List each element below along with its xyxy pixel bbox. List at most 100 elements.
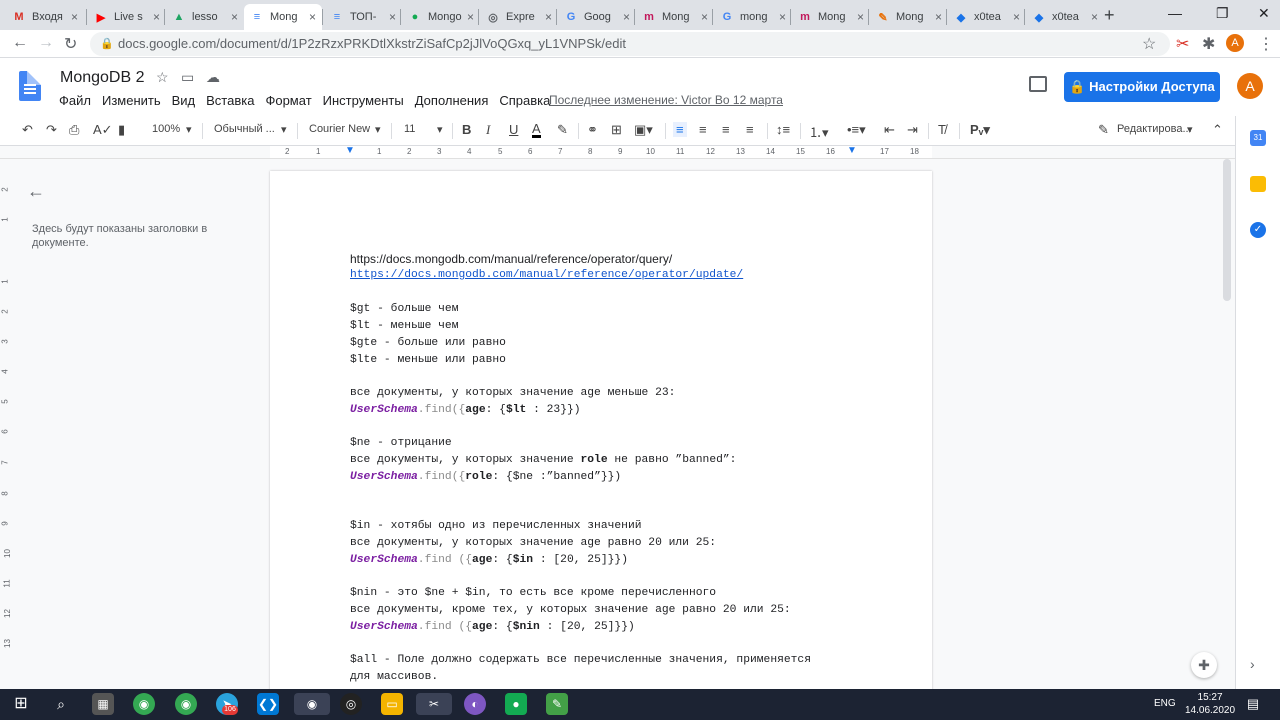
text-color-icon[interactable]: A	[532, 122, 541, 138]
menu-addons[interactable]: Дополнения	[415, 93, 489, 108]
browser-tab[interactable]: ◎ Expre ×	[480, 4, 558, 30]
chrome-active-icon[interactable]: ◉	[294, 693, 330, 715]
add-comment-icon[interactable]: ⊞	[611, 122, 622, 138]
align-right-icon[interactable]: ≡	[722, 122, 730, 137]
keep-icon[interactable]	[1250, 176, 1266, 192]
move-folder-icon[interactable]: ▭	[181, 69, 194, 86]
browser-tab[interactable]: ◆ x0tea ×	[948, 4, 1026, 30]
close-tab-icon[interactable]: ×	[389, 10, 396, 24]
close-tab-icon[interactable]: ×	[1091, 10, 1098, 24]
close-tab-icon[interactable]: ×	[467, 10, 474, 24]
clock[interactable]: 15:27 14.06.2020	[1185, 691, 1235, 717]
minimize-icon[interactable]: —	[1168, 5, 1182, 21]
spellcheck-icon[interactable]: A✓	[93, 122, 113, 138]
calendar-icon[interactable]: 31	[1250, 130, 1266, 146]
menu-edit[interactable]: Изменить	[102, 93, 161, 108]
browser-tab[interactable]: ≡ ТОП- ×	[324, 4, 402, 30]
print-icon[interactable]: ⎙	[69, 122, 79, 138]
close-outline-arrow-icon[interactable]: ←	[27, 181, 45, 202]
increase-indent-icon[interactable]: ⇥	[907, 122, 918, 138]
align-center-icon[interactable]: ≡	[699, 122, 707, 137]
browser-tab[interactable]: ◆ x0tea ×	[1026, 4, 1104, 30]
snipping-tool-icon[interactable]: ✂	[416, 693, 452, 715]
puzzle-icon[interactable]: ✱	[1202, 34, 1215, 54]
close-tab-icon[interactable]: ×	[701, 10, 708, 24]
align-left-icon[interactable]: ≡	[673, 122, 687, 137]
menu-insert[interactable]: Вставка	[206, 93, 254, 108]
browser-tab[interactable]: M Входя ×	[6, 4, 84, 30]
tasks-icon[interactable]: ✓	[1250, 222, 1266, 238]
undo-icon[interactable]: ↶	[22, 122, 33, 138]
app-icon[interactable]: ◐	[464, 693, 486, 715]
close-tab-icon[interactable]: ×	[309, 10, 316, 24]
notifications-icon[interactable]: ▤	[1242, 693, 1264, 715]
calculator-icon[interactable]: ▦	[92, 693, 114, 715]
italic-icon[interactable]: I	[486, 122, 490, 138]
close-tab-icon[interactable]: ×	[231, 10, 238, 24]
close-tab-icon[interactable]: ×	[779, 10, 786, 24]
zoom-select[interactable]: 100%	[152, 123, 180, 135]
redo-icon[interactable]: ↷	[46, 122, 57, 138]
chrome-profile-icon[interactable]: ◉	[175, 693, 197, 715]
expand-panel-icon[interactable]: ›	[1250, 656, 1266, 672]
language-indicator[interactable]: ENG	[1154, 698, 1176, 709]
bold-icon[interactable]: B	[462, 122, 471, 137]
editing-mode-select[interactable]: Редактирова...	[1117, 123, 1192, 135]
close-tab-icon[interactable]: ×	[857, 10, 864, 24]
bulleted-list-icon[interactable]: •≡▾	[847, 122, 866, 138]
browser-tab[interactable]: ▶ Live s ×	[88, 4, 166, 30]
link-icon[interactable]: ⚭	[587, 122, 598, 138]
last-edit-link[interactable]: Последнее изменение: Victor Bo 12 марта	[549, 93, 783, 107]
back-arrow-icon[interactable]: ←	[12, 34, 28, 52]
doc-title[interactable]: MongoDB 2	[60, 69, 145, 87]
numbered-list-icon[interactable]: ⒈▾	[809, 122, 829, 141]
collapse-toolbar-icon[interactable]: ⌃	[1212, 122, 1223, 138]
kebab-menu-icon[interactable]: ⋮	[1258, 34, 1274, 54]
close-tab-icon[interactable]: ×	[71, 10, 78, 24]
browser-tab[interactable]: m Mong ×	[792, 4, 870, 30]
decrease-indent-icon[interactable]: ⇤	[884, 122, 895, 138]
reload-icon[interactable]: ↻	[64, 34, 77, 54]
chevron-down-icon[interactable]: ▾	[437, 123, 443, 136]
menu-view[interactable]: Вид	[172, 93, 196, 108]
notepad-plus-icon[interactable]: ✎	[546, 693, 568, 715]
search-icon[interactable]: ⌕	[50, 693, 72, 715]
justify-icon[interactable]: ≡	[746, 122, 754, 137]
close-tab-icon[interactable]: ×	[545, 10, 552, 24]
close-window-icon[interactable]: ✕	[1258, 5, 1270, 22]
close-tab-icon[interactable]: ×	[935, 10, 942, 24]
browser-tab[interactable]: ✎ Mong ×	[870, 4, 948, 30]
paint-format-icon[interactable]: ▮	[118, 122, 125, 138]
close-tab-icon[interactable]: ×	[623, 10, 630, 24]
url-input[interactable]: 🔒 docs.google.com/document/d/1P2zRzxPRKDt…	[90, 32, 1170, 56]
document-page[interactable]: https://docs.mongodb.com/manual/referenc…	[270, 171, 932, 691]
close-tab-icon[interactable]: ×	[1013, 10, 1020, 24]
browser-tab[interactable]: ≡ Mong ×	[244, 4, 322, 30]
share-button[interactable]: 🔒 Настройки Доступа	[1064, 72, 1220, 102]
doc-link-update[interactable]: https://docs.mongodb.com/manual/referenc…	[350, 269, 743, 281]
font-size-select[interactable]: 11	[404, 123, 415, 135]
profile-avatar[interactable]: A	[1226, 34, 1244, 52]
close-tab-icon[interactable]: ×	[153, 10, 160, 24]
forward-arrow-icon[interactable]: →	[38, 34, 54, 52]
account-avatar[interactable]: A	[1237, 73, 1263, 99]
extension-icon[interactable]: ✂	[1176, 34, 1189, 54]
underline-icon[interactable]: U	[509, 122, 518, 137]
right-indent-marker-icon[interactable]: ▼	[847, 145, 857, 156]
bookmark-star-icon[interactable]: ☆	[1142, 34, 1156, 54]
new-tab-button[interactable]: +	[1104, 5, 1115, 26]
chevron-down-icon[interactable]: ▾	[1187, 123, 1193, 136]
obs-icon[interactable]: ◎	[340, 693, 362, 715]
browser-tab[interactable]: Gmong ×	[714, 4, 792, 30]
windows-start-icon[interactable]: ⊞	[10, 693, 32, 715]
docs-logo-icon[interactable]	[19, 71, 41, 101]
chevron-down-icon[interactable]: ▾	[375, 123, 381, 136]
explore-icon[interactable]: ✚	[1191, 652, 1217, 678]
menu-file[interactable]: Файл	[59, 93, 91, 108]
insert-image-icon[interactable]: ▣▾	[634, 122, 653, 138]
comment-history-icon[interactable]	[1029, 76, 1047, 92]
font-select[interactable]: Courier New	[309, 123, 370, 135]
browser-tab[interactable]: ▲ lesso ×	[166, 4, 244, 30]
chevron-down-icon[interactable]: ▾	[186, 123, 192, 136]
browser-tab[interactable]: ● Mongo ×	[402, 4, 480, 30]
